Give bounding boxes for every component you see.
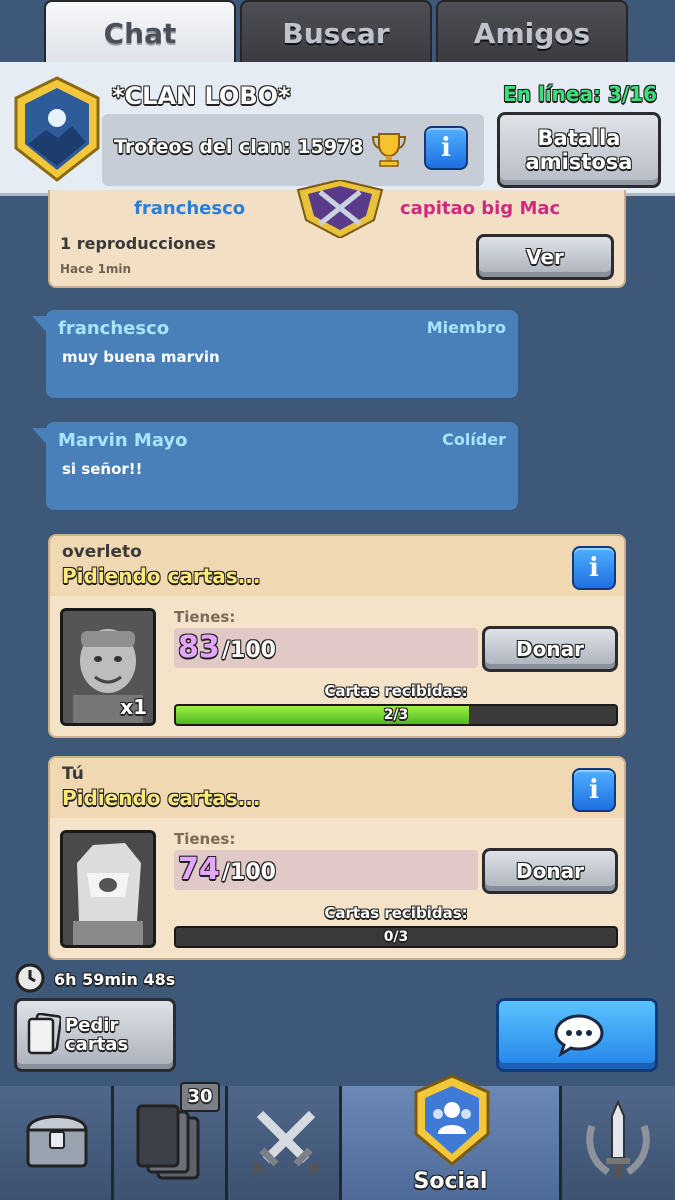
- clan-name: *CLAN LOBO*: [112, 82, 291, 110]
- top-tabs: Chat Buscar Amigos: [44, 0, 628, 64]
- crossed-swords-icon: [253, 1110, 319, 1173]
- bottom-nav: 30 Social: [0, 1074, 675, 1200]
- nav-battle[interactable]: [228, 1086, 342, 1200]
- received-progress-text: 0/3: [383, 929, 409, 945]
- tab-amigos[interactable]: Amigos: [436, 0, 628, 64]
- have-label: Tienes:: [174, 830, 236, 848]
- chest-icon: [26, 1115, 88, 1168]
- chat-message: Marvin Mayo Colíder si señor!!: [32, 422, 518, 510]
- card-request: Tú Pidiendo cartas... i Tienes: 74 /100 …: [48, 756, 626, 960]
- card-quantity: x1: [120, 695, 147, 719]
- clan-trophies-label: Trofeos del clan: 15978: [114, 136, 364, 158]
- card-stack-icon: [27, 1013, 61, 1055]
- nav-social[interactable]: Social: [342, 1074, 562, 1200]
- tab-buscar[interactable]: Buscar: [240, 0, 432, 64]
- request-cooldown-timer: 6h 59min 48s: [54, 970, 176, 989]
- crossed-swords-badge-icon: [296, 180, 384, 238]
- message-text: muy buena marvin: [62, 348, 220, 366]
- trophy-icon: [371, 133, 407, 167]
- speech-bubble-icon: [554, 1014, 604, 1057]
- replay-player1: franchesco: [134, 198, 246, 219]
- request-info-icon[interactable]: i: [572, 546, 616, 590]
- nav-social-label: Social: [413, 1169, 488, 1194]
- nav-cards[interactable]: 30: [114, 1082, 228, 1200]
- giant-card-icon: x1: [60, 608, 156, 726]
- open-chat-button[interactable]: [496, 998, 658, 1072]
- card-count-have: 83: [178, 630, 220, 665]
- replay-views: 1 reproducciones: [60, 234, 216, 253]
- view-replay-button[interactable]: Ver: [476, 234, 614, 280]
- request-cards-button[interactable]: Pedir cartas: [14, 998, 176, 1072]
- card-count-max: /100: [222, 638, 276, 663]
- received-progress-bar: 0/3: [174, 926, 618, 948]
- message-author[interactable]: franchesco: [58, 318, 169, 339]
- card-count-bar: 74 /100: [174, 850, 478, 890]
- message-role: Miembro: [426, 318, 506, 337]
- chat-message: franchesco Miembro muy buena marvin: [32, 310, 518, 398]
- replay-player2: capitao big Mac: [400, 198, 561, 219]
- message-author[interactable]: Marvin Mayo: [58, 430, 188, 451]
- request-user[interactable]: Tú: [62, 764, 84, 784]
- card-count-max: /100: [222, 860, 276, 885]
- card-count-bar: 83 /100: [174, 628, 478, 668]
- request-cards-label: Pedir cartas: [65, 1015, 129, 1055]
- social-clan-icon: [414, 1074, 490, 1166]
- have-label: Tienes:: [174, 608, 236, 626]
- card-count-have: 74: [178, 852, 220, 887]
- clan-trophies-box: Trofeos del clan: 15978 i: [102, 114, 484, 186]
- laurel-sword-icon: [586, 1099, 650, 1178]
- donate-button[interactable]: Donar: [482, 848, 618, 894]
- message-text: si señor!!: [62, 460, 143, 478]
- request-title: Pidiendo cartas...: [62, 786, 261, 810]
- online-count: En línea: 3/16: [503, 82, 657, 106]
- clock-icon: [15, 963, 45, 993]
- received-label: Cartas recibidas:: [324, 904, 468, 922]
- nav-tournaments[interactable]: [562, 1086, 675, 1200]
- clan-badge-icon[interactable]: [12, 76, 102, 182]
- cards-count-badge: 30: [180, 1082, 220, 1112]
- donate-button[interactable]: Donar: [482, 626, 618, 672]
- request-user[interactable]: overleto: [62, 542, 142, 562]
- nav-shop[interactable]: [0, 1086, 114, 1200]
- request-title: Pidiendo cartas...: [62, 564, 261, 588]
- ice-golem-portrait-icon: [63, 833, 153, 945]
- clan-header: *CLAN LOBO* En línea: 3/16 Trofeos del c…: [0, 62, 675, 196]
- received-progress-text: 2/3: [383, 707, 409, 723]
- received-label: Cartas recibidas:: [324, 682, 468, 700]
- replay-time: Hace 1min: [60, 262, 132, 276]
- cards-deck-icon: [136, 1104, 200, 1180]
- tab-chat[interactable]: Chat: [44, 0, 236, 64]
- ice-golem-card-icon: [60, 830, 156, 948]
- message-role: Colíder: [442, 430, 506, 449]
- clan-info-icon[interactable]: i: [424, 126, 468, 170]
- replay-card: franchesco capitao big Mac 1 reproduccio…: [48, 180, 626, 288]
- request-info-icon[interactable]: i: [572, 768, 616, 812]
- friendly-battle-button[interactable]: Batalla amistosa: [497, 112, 661, 188]
- card-request: overleto Pidiendo cartas... i x1 Tienes:…: [48, 534, 626, 738]
- received-progress-bar: 2/3: [174, 704, 618, 726]
